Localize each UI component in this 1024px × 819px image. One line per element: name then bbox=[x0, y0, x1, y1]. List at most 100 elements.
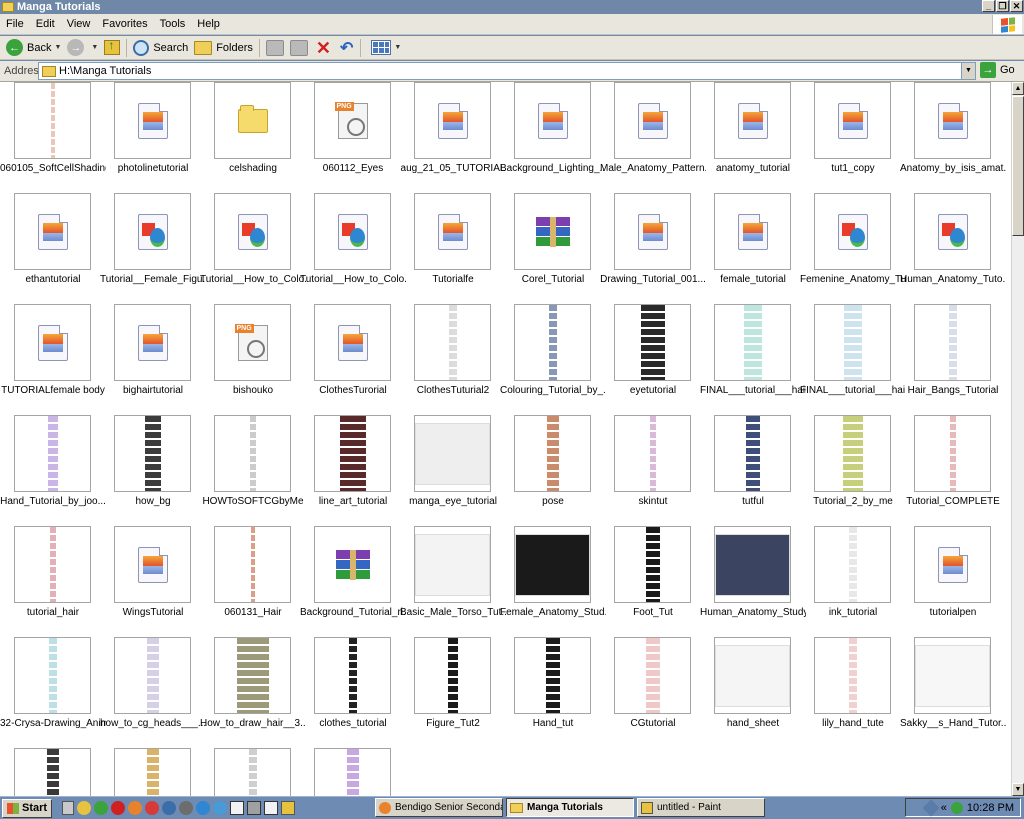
quicklaunch-icon[interactable] bbox=[94, 801, 109, 815]
file-thumbnail[interactable] bbox=[714, 193, 791, 270]
file-thumbnail[interactable] bbox=[414, 526, 491, 603]
file-thumbnail[interactable] bbox=[514, 304, 591, 381]
file-item[interactable] bbox=[0, 748, 100, 796]
file-item[interactable]: manga_eye_tutorial bbox=[400, 415, 500, 520]
file-item[interactable]: Tutorialfe bbox=[400, 193, 500, 298]
file-item[interactable]: clothes_tutorial bbox=[300, 637, 400, 742]
file-thumbnail[interactable] bbox=[14, 415, 91, 492]
folders-button[interactable]: Folders bbox=[191, 37, 256, 59]
file-thumbnail[interactable] bbox=[214, 193, 291, 270]
back-button[interactable]: ← Back ▼ bbox=[3, 37, 64, 59]
file-thumbnail[interactable] bbox=[614, 637, 691, 714]
file-item[interactable]: skintut bbox=[600, 415, 700, 520]
file-item[interactable]: How_to_draw_hair__3... bbox=[200, 637, 306, 742]
file-thumbnail[interactable] bbox=[314, 748, 391, 796]
file-item[interactable]: lily_hand_tute bbox=[800, 637, 900, 742]
file-thumbnail[interactable] bbox=[314, 304, 391, 381]
start-button[interactable]: Start bbox=[2, 798, 53, 818]
file-thumbnail[interactable] bbox=[714, 526, 791, 603]
file-item[interactable]: CGtutorial bbox=[600, 637, 700, 742]
menu-favorites[interactable]: Favorites bbox=[96, 18, 153, 30]
quicklaunch-icon[interactable] bbox=[128, 801, 143, 815]
file-item[interactable]: Colouring_Tutorial_by_... bbox=[500, 304, 606, 409]
file-item[interactable]: bighairtutorial bbox=[100, 304, 200, 409]
file-thumbnail[interactable] bbox=[714, 415, 791, 492]
file-item[interactable]: TUTORIALfemale body bbox=[0, 304, 105, 409]
file-thumbnail[interactable] bbox=[814, 193, 891, 270]
close-button[interactable]: ✕ bbox=[1010, 0, 1023, 12]
file-item[interactable]: Hair_Bangs_Tutorial bbox=[900, 304, 1000, 409]
file-thumbnail[interactable] bbox=[514, 193, 591, 270]
file-item[interactable]: PNG bishouko bbox=[200, 304, 300, 409]
file-thumbnail[interactable] bbox=[214, 82, 291, 159]
file-item[interactable]: Female_Anatomy_Stud... bbox=[500, 526, 606, 631]
file-thumbnail[interactable] bbox=[514, 415, 591, 492]
file-item[interactable]: tut1_copy bbox=[800, 82, 900, 187]
file-item[interactable]: Drawing_Tutorial_001... bbox=[600, 193, 706, 298]
scroll-thumb[interactable] bbox=[1012, 96, 1024, 236]
file-item[interactable]: Male_Anatomy_Pattern... bbox=[600, 82, 706, 187]
file-thumbnail[interactable] bbox=[914, 526, 991, 603]
file-item[interactable]: anatomy_tutorial bbox=[700, 82, 800, 187]
file-thumbnail[interactable] bbox=[914, 304, 991, 381]
file-item[interactable]: tutful bbox=[700, 415, 800, 520]
move-to-icon[interactable] bbox=[265, 39, 284, 56]
file-thumbnail[interactable] bbox=[14, 82, 91, 159]
file-item[interactable]: Tutorial__How_to_Colo... bbox=[200, 193, 306, 298]
file-item[interactable]: 32-Crysa-Drawing_Anim... bbox=[0, 637, 106, 742]
quicklaunch-icon[interactable] bbox=[145, 801, 160, 815]
title-bar[interactable]: Manga Tutorials _ ❐ ✕ bbox=[0, 0, 1024, 14]
file-thumbnail[interactable] bbox=[14, 637, 91, 714]
file-thumbnail[interactable] bbox=[414, 304, 491, 381]
file-thumbnail[interactable] bbox=[914, 193, 991, 270]
quicklaunch-icon[interactable] bbox=[196, 801, 211, 815]
forward-button[interactable]: → ▼ bbox=[64, 37, 101, 59]
file-item[interactable]: how_bg bbox=[100, 415, 200, 520]
file-item[interactable]: Anatomy_by_isis_amat... bbox=[900, 82, 1006, 187]
task-button-explorer[interactable]: Manga Tutorials bbox=[506, 798, 634, 817]
quicklaunch-icon[interactable] bbox=[62, 801, 75, 815]
file-thumbnail[interactable] bbox=[314, 526, 391, 603]
file-thumbnail[interactable] bbox=[14, 193, 91, 270]
file-item[interactable]: tutorial_hair bbox=[0, 526, 100, 631]
menu-tools[interactable]: Tools bbox=[154, 18, 192, 30]
file-item[interactable]: Corel_Tutorial bbox=[500, 193, 600, 298]
file-item[interactable]: FINAL___tutorial___hair bbox=[700, 304, 806, 409]
file-thumbnail[interactable] bbox=[814, 415, 891, 492]
file-item[interactable]: 060105_SoftCellShading bbox=[0, 82, 106, 187]
file-thumbnail[interactable] bbox=[114, 526, 191, 603]
file-item[interactable]: ClothesTuturial2 bbox=[400, 304, 500, 409]
file-thumbnail[interactable] bbox=[14, 526, 91, 603]
file-thumbnail[interactable] bbox=[314, 637, 391, 714]
file-item[interactable]: Foot_Tut bbox=[600, 526, 700, 631]
copy-to-icon[interactable] bbox=[289, 39, 308, 56]
file-item[interactable]: ink_tutorial bbox=[800, 526, 900, 631]
file-thumbnail[interactable] bbox=[214, 637, 291, 714]
file-thumbnail[interactable]: PNG bbox=[314, 82, 391, 159]
address-field[interactable]: H:\Manga Tutorials ▼ bbox=[38, 62, 976, 80]
file-item[interactable]: how_to_cg_heads___... bbox=[100, 637, 206, 742]
file-thumbnail[interactable] bbox=[614, 82, 691, 159]
file-thumbnail[interactable] bbox=[114, 193, 191, 270]
menu-file[interactable]: File bbox=[0, 18, 30, 30]
maximize-button[interactable]: ❐ bbox=[996, 0, 1009, 12]
file-thumbnail[interactable] bbox=[414, 193, 491, 270]
file-item[interactable]: eyetutorial bbox=[600, 304, 700, 409]
file-thumbnail[interactable] bbox=[914, 415, 991, 492]
file-item[interactable]: Tutorial_COMPLETE bbox=[900, 415, 1000, 520]
quicklaunch-icon[interactable] bbox=[264, 801, 279, 815]
file-thumbnail[interactable] bbox=[114, 82, 191, 159]
quicklaunch-icon[interactable] bbox=[230, 801, 245, 815]
file-thumbnail[interactable] bbox=[14, 748, 91, 796]
task-button-paint[interactable]: untitled - Paint bbox=[637, 798, 765, 817]
file-item[interactable]: Human_Anatomy_Tuto... bbox=[900, 193, 1006, 298]
file-item[interactable]: ethantutorial bbox=[0, 193, 100, 298]
file-thumbnail[interactable] bbox=[714, 82, 791, 159]
file-thumbnail[interactable] bbox=[814, 82, 891, 159]
file-thumbnail[interactable] bbox=[214, 415, 291, 492]
quicklaunch-icon[interactable] bbox=[213, 801, 228, 815]
file-thumbnail[interactable] bbox=[114, 304, 191, 381]
file-thumbnail[interactable] bbox=[614, 193, 691, 270]
file-thumbnail[interactable] bbox=[614, 415, 691, 492]
file-item[interactable]: photolinetutorial bbox=[100, 82, 200, 187]
